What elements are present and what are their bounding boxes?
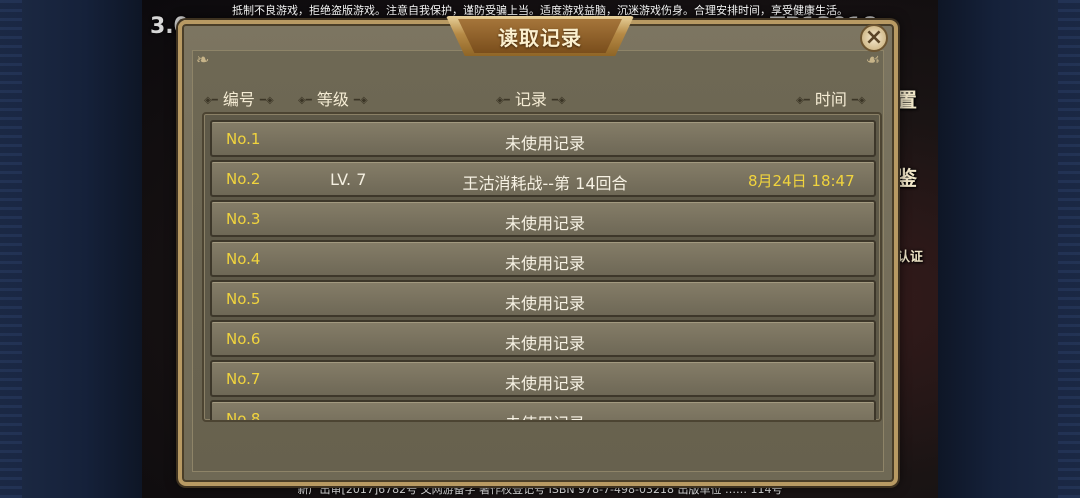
header-level: ◈━ 等级 ━◈: [298, 90, 368, 109]
side-label-settings: 置: [897, 88, 917, 112]
close-button[interactable]: ×: [860, 24, 888, 52]
header-ornament-icon: ━◈: [851, 95, 866, 106]
record-row[interactable]: No.1 未使用记录: [210, 120, 876, 157]
header-ornament-icon: ━◈: [259, 95, 274, 106]
header-time: ◈━ 时间 ━◈: [796, 90, 866, 109]
header-record: ◈━ 记录 ━◈: [496, 90, 566, 109]
record-title: 未使用记录: [504, 254, 585, 273]
corner-ornament-icon: ☙: [865, 50, 880, 69]
record-row[interactable]: No.2 LV. 7 王沽消耗战--第 14回合 8月24日 18:47: [210, 160, 876, 197]
record-title: 未使用记录: [504, 294, 585, 313]
right-side-bar: [938, 0, 1080, 498]
record-title: 未使用记录: [504, 134, 585, 153]
left-side-bar: [0, 0, 142, 498]
record-row[interactable]: No.8 未使用记录: [210, 400, 878, 420]
record-title: 未使用记录: [504, 214, 585, 233]
close-icon: ×: [864, 25, 884, 50]
record-time: 8月24日 18:47: [748, 172, 855, 190]
side-label-certification: 认证: [897, 250, 924, 265]
record-title: 未使用记录: [212, 410, 878, 420]
record-row[interactable]: No.3 未使用记录: [210, 200, 876, 237]
table-header: ◈━ 编号 ━◈ ◈━ 等级 ━◈ ◈━ 记录 ━◈ ◈━ 时间 ━◈: [200, 86, 880, 110]
header-ornament-icon: ◈━: [204, 95, 218, 106]
side-label-handbook: 鉴: [897, 166, 917, 190]
record-row[interactable]: No.7 未使用记录: [210, 360, 876, 397]
dialog-title: 读取记录: [498, 26, 582, 50]
record-row[interactable]: No.4 未使用记录: [210, 240, 876, 277]
corner-ornament-icon: ❧: [196, 50, 210, 69]
header-ornament-icon: ◈━: [796, 95, 810, 106]
record-row[interactable]: No.6 未使用记录: [210, 320, 876, 357]
header-ornament-icon: ━◈: [353, 95, 368, 106]
header-ornament-icon: ◈━: [298, 95, 312, 106]
header-ornament-icon: ━◈: [551, 95, 566, 106]
record-title: 未使用记录: [504, 334, 585, 353]
record-list[interactable]: No.1 未使用记录 No.2 LV. 7 王沽消耗战--第 14回合 8月24…: [202, 112, 882, 422]
header-id: ◈━ 编号 ━◈: [204, 90, 274, 109]
record-title: 未使用记录: [504, 374, 585, 393]
record-row[interactable]: No.5 未使用记录: [210, 280, 876, 317]
header-ornament-icon: ◈━: [496, 95, 510, 106]
